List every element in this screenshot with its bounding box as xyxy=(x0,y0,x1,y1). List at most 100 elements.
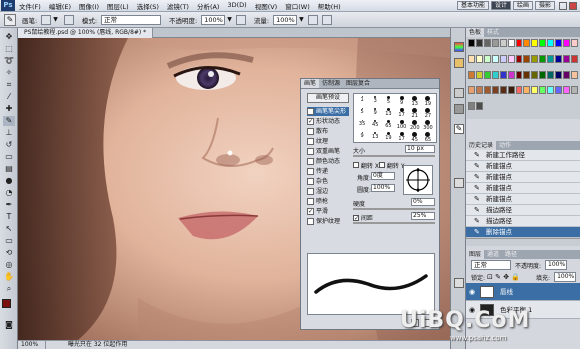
color-swatch[interactable] xyxy=(475,70,483,79)
flow-input[interactable]: 100% xyxy=(273,14,298,25)
color-swatch[interactable] xyxy=(515,54,523,63)
fill-input[interactable]: 100% xyxy=(554,272,577,282)
eyedropper-tool-icon[interactable]: ⁄ xyxy=(3,92,15,102)
eraser-tool-icon[interactable]: ▭ xyxy=(3,152,15,162)
workspace-button[interactable]: 摄影 xyxy=(534,1,555,10)
history-panel-icon[interactable] xyxy=(454,178,464,188)
brush-tip[interactable]: 45 xyxy=(369,120,381,131)
color-swatch[interactable] xyxy=(468,39,475,47)
brush-tip[interactable]: 45 xyxy=(409,132,421,143)
pressure-size-button[interactable] xyxy=(321,14,332,25)
mode-select[interactable]: 正常 xyxy=(101,14,162,25)
brush-option-checkbox[interactable] xyxy=(307,158,314,165)
color-swatch[interactable] xyxy=(555,86,563,95)
hardness-slider[interactable] xyxy=(353,208,435,210)
brush-tip[interactable]: 13 xyxy=(409,96,421,107)
brush-option-item[interactable]: ✓ 平滑 xyxy=(307,207,349,216)
flip-y-checkbox[interactable]: 翻转 Y xyxy=(379,161,405,170)
color-swatch[interactable] xyxy=(475,39,483,47)
brush-tip[interactable]: 19 xyxy=(422,96,434,107)
history-brush-tool-icon[interactable]: ↺ xyxy=(3,140,15,150)
path-select-tool-icon[interactable]: ↖ xyxy=(3,224,15,234)
color-swatch[interactable] xyxy=(523,39,531,47)
history-state[interactable]: ✎ 描边路径 xyxy=(466,205,580,216)
color-swatch[interactable] xyxy=(483,54,491,63)
crop-tool-icon[interactable]: ⌗ xyxy=(3,80,15,90)
brush-option-item[interactable]: 颜色动态 xyxy=(307,157,349,166)
color-swatch[interactable] xyxy=(547,86,555,95)
brush-option-checkbox[interactable]: ✓ xyxy=(307,118,314,125)
color-swatch[interactable] xyxy=(491,39,499,47)
brush-option-item[interactable]: 喷枪 xyxy=(307,197,349,206)
menu-item[interactable]: 帮助(H) xyxy=(314,1,345,11)
history-state[interactable]: ✎ 新建锚点 xyxy=(466,183,580,194)
brush-option-checkbox[interactable] xyxy=(307,148,314,155)
color-swatch[interactable] xyxy=(539,54,547,63)
color-swatch[interactable] xyxy=(507,86,515,95)
brush-option-item[interactable]: 画笔笔尖形状 xyxy=(307,107,349,124)
size-slider[interactable] xyxy=(353,155,435,157)
chevron-down-icon[interactable]: ▼ xyxy=(299,16,304,23)
brush-option-checkbox[interactable] xyxy=(307,188,314,195)
brush-option-checkbox[interactable] xyxy=(307,218,314,225)
opacity-input[interactable]: 100% xyxy=(201,14,226,25)
brush-tip[interactable]: 100 xyxy=(396,120,408,131)
color-swatch[interactable] xyxy=(483,70,491,79)
color-swatch[interactable] xyxy=(539,39,547,47)
color-swatch[interactable] xyxy=(555,70,563,79)
brush-option-item[interactable]: 纹理 xyxy=(307,137,349,146)
swatches-tab[interactable]: 样式 xyxy=(484,28,502,37)
color-swatch[interactable] xyxy=(483,39,491,47)
spacing-input[interactable]: 25% xyxy=(411,212,435,220)
brush-option-item[interactable]: 杂色 xyxy=(307,177,349,186)
brush-tip[interactable]: 300 xyxy=(422,120,434,131)
dodge-tool-icon[interactable]: ◔ xyxy=(3,188,15,198)
workspace-button[interactable]: 设计 xyxy=(490,1,511,10)
quick-select-tool-icon[interactable]: ✧ xyxy=(3,68,15,78)
color-swatch[interactable] xyxy=(571,39,578,47)
swatches-tab[interactable]: 色板 xyxy=(466,28,485,37)
window-minimize-icon[interactable] xyxy=(559,1,567,10)
color-swatch[interactable] xyxy=(563,86,571,95)
brush-tip[interactable]: 1 xyxy=(356,96,368,107)
blend-mode-select[interactable]: 正常 xyxy=(471,260,511,270)
3d-camera-tool-icon[interactable]: ◎ xyxy=(3,260,15,270)
blur-tool-icon[interactable]: ● xyxy=(3,176,15,186)
color-swatch[interactable] xyxy=(499,54,507,63)
brush-tip[interactable]: 9 xyxy=(396,96,408,107)
menu-item[interactable]: 编辑(E) xyxy=(45,1,75,11)
color-swatch[interactable] xyxy=(555,54,563,63)
brush-option-item[interactable]: 湿边 xyxy=(307,187,349,196)
adjustments-panel-icon[interactable] xyxy=(454,88,464,98)
angle-roundness-widget[interactable] xyxy=(403,165,433,195)
zoom-level[interactable]: 100% xyxy=(18,341,46,349)
layer-row[interactable]: ◉ 唇线 xyxy=(466,283,580,301)
airbrush-button[interactable] xyxy=(307,14,318,25)
color-swatch[interactable] xyxy=(531,54,539,63)
brush-option-item[interactable]: 散布 xyxy=(307,127,349,136)
color-swatch[interactable] xyxy=(491,86,499,95)
color-swatch[interactable] xyxy=(499,70,507,79)
color-swatch[interactable] xyxy=(491,70,499,79)
color-swatch[interactable] xyxy=(539,86,547,95)
color-swatch[interactable] xyxy=(499,39,507,47)
brush-panel-tab[interactable]: 仿制源 xyxy=(319,79,343,88)
menu-item[interactable]: 图像(I) xyxy=(75,1,103,11)
color-swatch[interactable] xyxy=(563,54,571,63)
gradient-tool-icon[interactable]: ▤ xyxy=(3,164,15,174)
menu-item[interactable]: 视图(V) xyxy=(251,1,282,11)
masks-panel-icon[interactable] xyxy=(454,104,464,114)
brush-tip[interactable]: 5 xyxy=(356,108,368,119)
brush-tip[interactable]: 19 xyxy=(382,132,394,143)
layers-tab[interactable]: 通道 xyxy=(484,250,502,259)
brush-option-item[interactable]: 传递 xyxy=(307,167,349,176)
menu-item[interactable]: 3D(D) xyxy=(223,1,250,11)
brush-tip[interactable]: 27 xyxy=(422,108,434,119)
zoom-tool-icon[interactable]: ⌕ xyxy=(3,284,15,294)
brush-panel-tab[interactable]: 图层复合 xyxy=(343,79,373,88)
size-input[interactable]: 10 px xyxy=(405,145,435,153)
color-swatch[interactable] xyxy=(531,70,539,79)
menu-item[interactable]: 窗口(W) xyxy=(281,1,314,11)
menu-item[interactable]: 分析(A) xyxy=(193,1,224,11)
workspace-button[interactable]: 基本功能 xyxy=(456,1,489,10)
